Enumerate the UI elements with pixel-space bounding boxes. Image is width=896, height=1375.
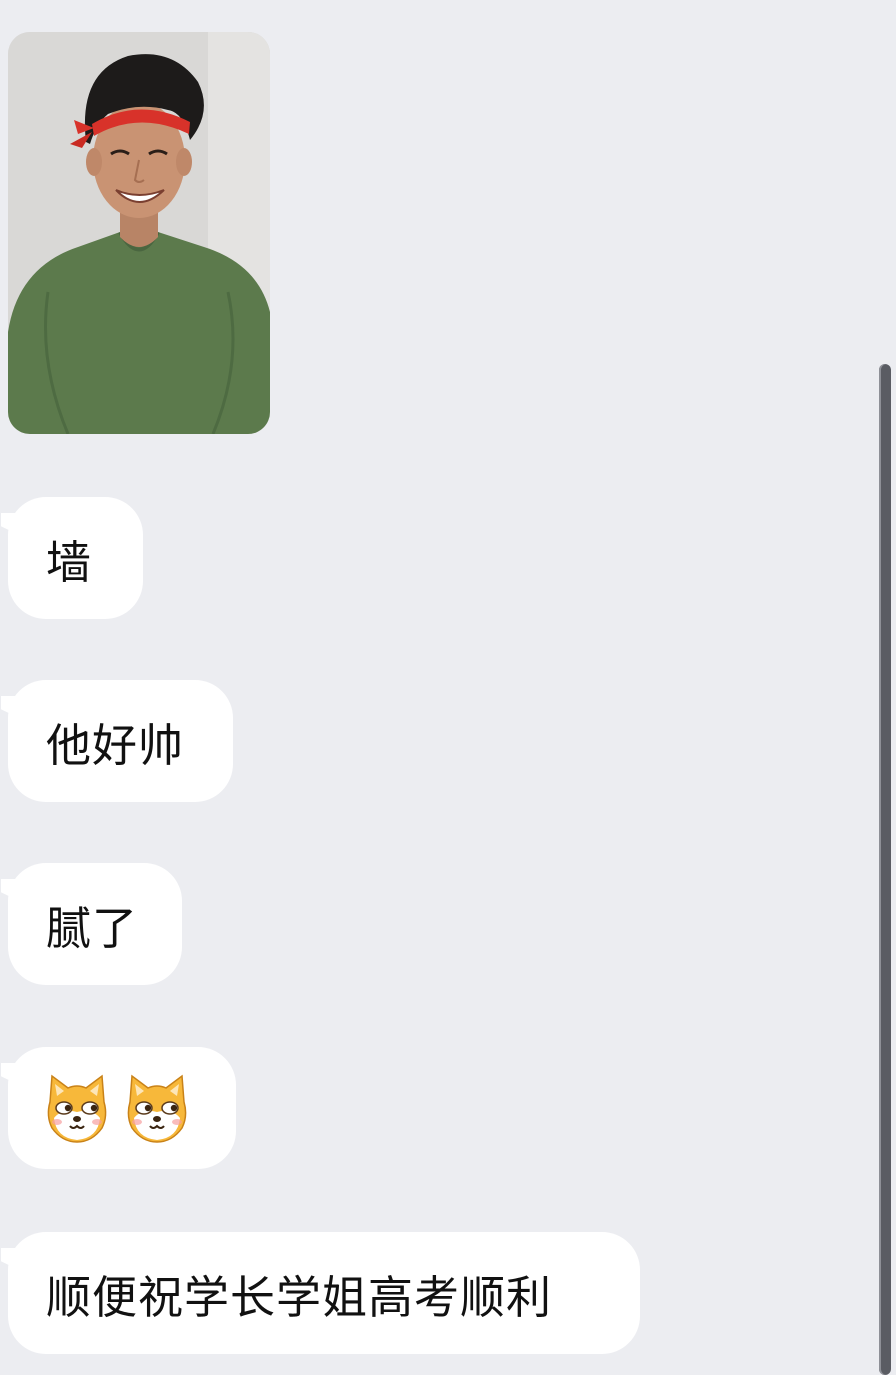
- shiba-smirk-emoji-icon: [127, 1074, 187, 1143]
- message-bubble[interactable]: 顺便祝学长学姐高考顺利: [8, 1232, 640, 1354]
- person-photo-image: [8, 32, 270, 434]
- message-bubble[interactable]: 墙: [8, 497, 143, 619]
- message-bubble[interactable]: 他好帅: [8, 680, 233, 802]
- shiba-smirk-emoji-icon: [47, 1074, 107, 1143]
- chat-message-area[interactable]: 墙 他好帅 腻了 顺便祝学长学姐高考顺利: [0, 0, 896, 1375]
- message-text: 墙: [46, 535, 93, 589]
- message-text: 他好帅: [46, 718, 185, 772]
- scrollbar[interactable]: [879, 364, 891, 1375]
- message-text: 腻了: [46, 901, 139, 955]
- photo-message[interactable]: [8, 32, 270, 434]
- sticker-message-bubble[interactable]: [8, 1047, 236, 1169]
- message-bubble[interactable]: 腻了: [8, 863, 182, 985]
- message-text: 顺便祝学长学姐高考顺利: [46, 1270, 553, 1324]
